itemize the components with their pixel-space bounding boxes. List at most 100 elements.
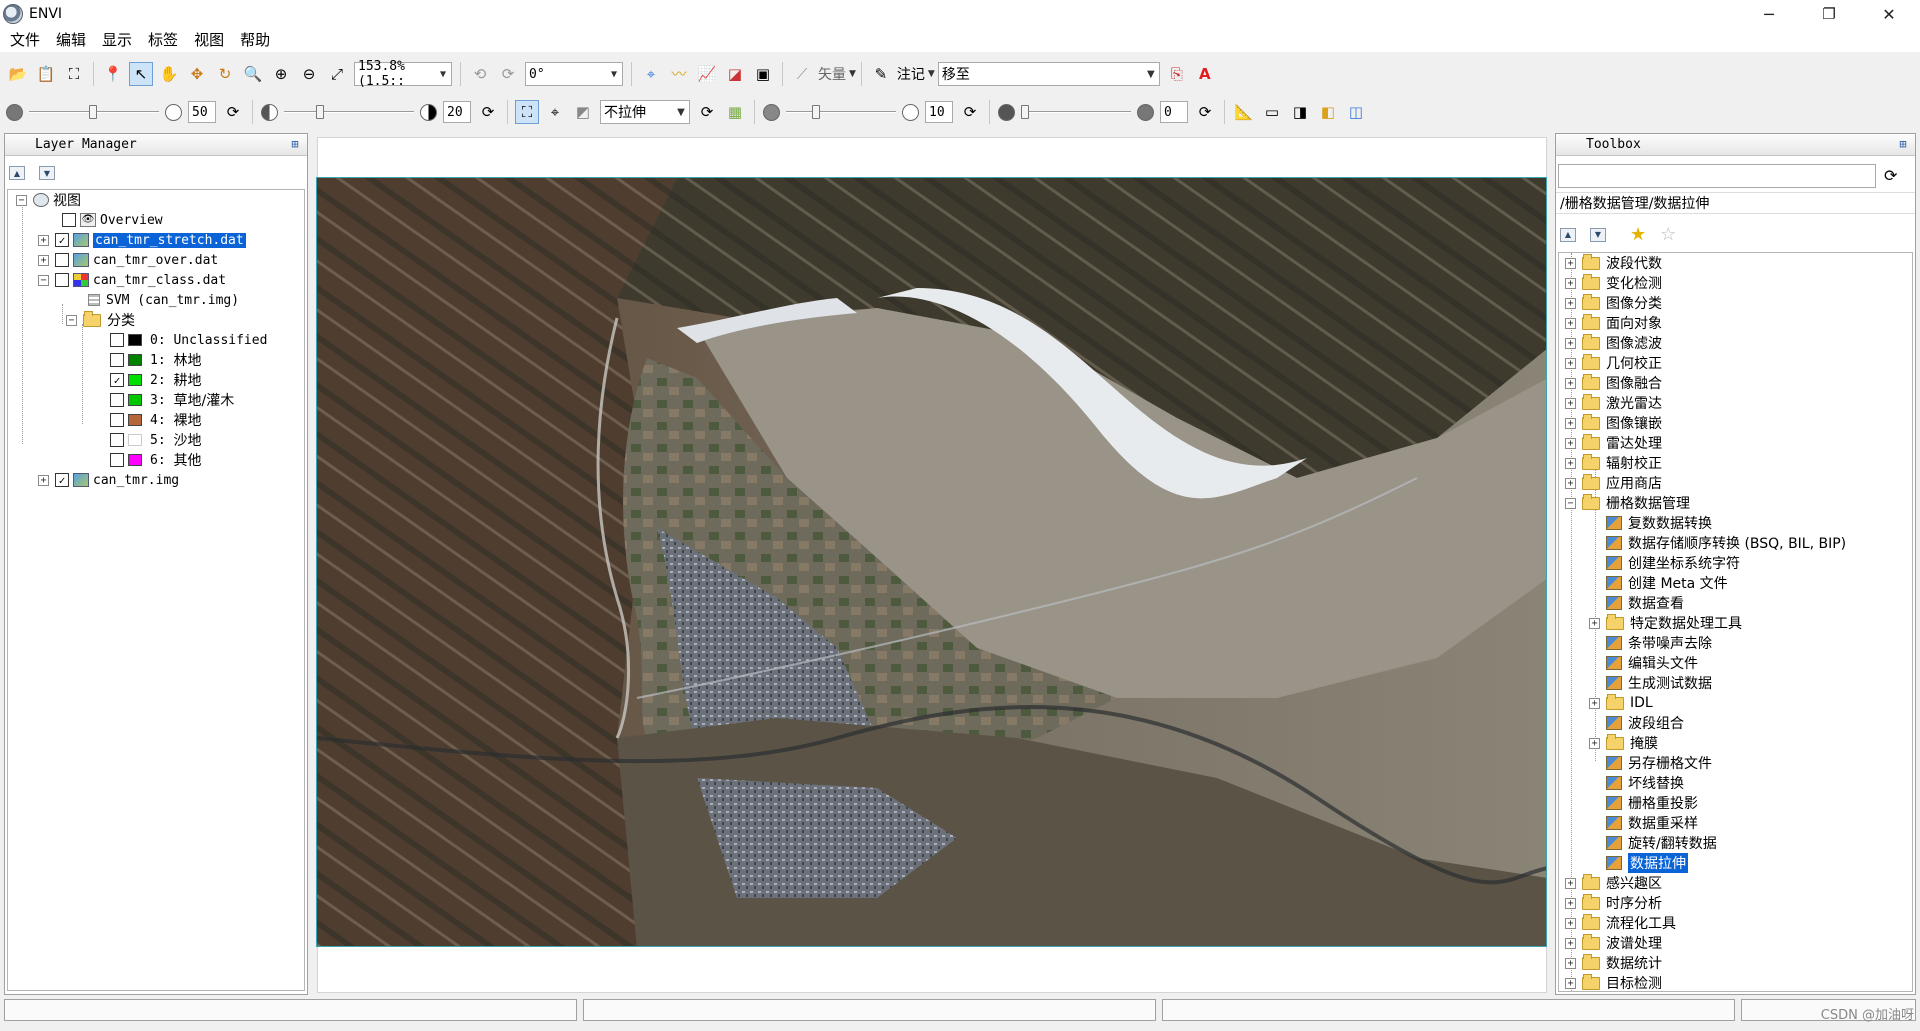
class-row[interactable]: 4: 裸地 bbox=[110, 410, 201, 430]
expand-icon[interactable]: + bbox=[1565, 957, 1576, 969]
rotate-left-icon[interactable]: ⟲ bbox=[468, 62, 492, 86]
annotation-icon[interactable]: ✎ bbox=[869, 62, 893, 86]
expand-icon[interactable]: + bbox=[1565, 417, 1576, 429]
toolbox-subfolder[interactable]: + IDL bbox=[1589, 693, 1653, 713]
toolbox-tool[interactable]: 坏线替换 bbox=[1606, 773, 1684, 793]
toolbox-tool[interactable]: 编辑头文件 bbox=[1606, 653, 1698, 673]
toolbox-folder-expanded[interactable]: − 栅格数据管理 bbox=[1565, 493, 1690, 513]
expand-icon[interactable]: + bbox=[1565, 477, 1576, 489]
collapse-icon[interactable]: − bbox=[16, 194, 27, 206]
crop-icon[interactable]: ⛶ bbox=[62, 62, 86, 86]
reset-icon[interactable]: ⟳ bbox=[221, 100, 245, 124]
toolbox-folder[interactable]: + 图像镶嵌 bbox=[1565, 413, 1662, 433]
toolbox-folder[interactable]: + 辐射校正 bbox=[1565, 453, 1662, 473]
class-row[interactable]: 1: 林地 bbox=[110, 350, 201, 370]
transparency-slider-thumb[interactable] bbox=[1021, 105, 1029, 119]
color-table-icon[interactable]: ▦ bbox=[723, 100, 747, 124]
refresh-icon[interactable]: ⟳ bbox=[695, 100, 719, 124]
toolbox-tool[interactable]: 数据重采样 bbox=[1606, 813, 1698, 833]
layer-checkbox[interactable]: ✓ bbox=[55, 233, 69, 247]
layer-row[interactable]: − can_tmr_class.dat bbox=[38, 270, 226, 290]
full-extent-icon[interactable]: ⛶ bbox=[515, 100, 539, 124]
minimize-button[interactable]: ─ bbox=[1746, 0, 1792, 28]
toolbox-folder[interactable]: + 雷达处理 bbox=[1565, 433, 1662, 453]
sharpen-slider-thumb[interactable] bbox=[812, 105, 820, 119]
open-folder-icon[interactable]: 📂 bbox=[6, 62, 30, 86]
expand-icon[interactable]: + bbox=[1565, 897, 1576, 909]
brightness-slider-thumb[interactable] bbox=[89, 105, 97, 119]
select-arrow-icon[interactable]: ↖ bbox=[129, 62, 153, 86]
class-checkbox[interactable] bbox=[110, 393, 124, 407]
restore-button[interactable]: ❐ bbox=[1806, 0, 1852, 28]
toolbox-tool[interactable]: 生成测试数据 bbox=[1606, 673, 1712, 693]
toolbox-folder[interactable]: + 图像滤波 bbox=[1565, 333, 1662, 353]
toolbox-tool[interactable]: 创建坐标系统字符 bbox=[1606, 553, 1740, 573]
contrast-slider[interactable] bbox=[284, 100, 414, 124]
toolbox-folder[interactable]: + 几何校正 bbox=[1565, 353, 1662, 373]
refresh-icon[interactable]: ⟳ bbox=[1884, 166, 1897, 185]
toolbox-folder[interactable]: + 波段代数 bbox=[1565, 253, 1662, 273]
toolbox-tool[interactable]: 数据存储顺序转换 (BSQ, BIL, BIP) bbox=[1606, 533, 1846, 553]
contrast-input[interactable]: 20 bbox=[443, 101, 471, 123]
rotate-right-icon[interactable]: ⟳ bbox=[496, 62, 520, 86]
rotate-icon[interactable]: ↻ bbox=[213, 62, 237, 86]
tree-row-svm[interactable]: SVM (can_tmr.img) bbox=[88, 290, 239, 310]
class-row[interactable]: 3: 草地/灌木 bbox=[110, 390, 234, 410]
tree-row-overview[interactable]: 👁 Overview bbox=[62, 210, 163, 230]
expand-icon[interactable]: + bbox=[1565, 297, 1576, 309]
toolbox-folder[interactable]: + 面向对象 bbox=[1565, 313, 1662, 333]
toolbox-search-input[interactable] bbox=[1558, 164, 1876, 188]
transparency-input[interactable]: 0 bbox=[1160, 101, 1188, 123]
spectral-profile-icon[interactable]: 〰 bbox=[667, 62, 691, 86]
close-button[interactable]: ✕ bbox=[1866, 0, 1912, 28]
collapse-icon[interactable]: − bbox=[38, 274, 49, 286]
layer-checkbox[interactable] bbox=[55, 253, 69, 267]
toolbox-folder[interactable]: + 波谱处理 bbox=[1565, 933, 1662, 953]
menu-view[interactable]: 视图 bbox=[186, 28, 232, 52]
acrobat-icon[interactable]: A bbox=[1193, 62, 1217, 86]
pin-icon[interactable]: ⊞ bbox=[1895, 136, 1911, 152]
expand-icon[interactable]: + bbox=[38, 474, 49, 486]
expand-icon[interactable]: + bbox=[1565, 277, 1576, 289]
class-checkbox[interactable] bbox=[110, 353, 124, 367]
expand-icon[interactable]: + bbox=[1565, 337, 1576, 349]
fly-icon[interactable]: ✥ bbox=[185, 62, 209, 86]
class-row[interactable]: 0: Unclassified bbox=[110, 330, 267, 350]
expand-all-icon[interactable]: ▼ bbox=[39, 166, 55, 180]
expand-icon[interactable]: + bbox=[1589, 697, 1600, 709]
toolbox-folder[interactable]: + 时序分析 bbox=[1565, 893, 1662, 913]
expand-icon[interactable]: + bbox=[38, 234, 49, 246]
layer-checkbox[interactable]: ✓ bbox=[55, 473, 69, 487]
transparency-slider[interactable] bbox=[1021, 100, 1131, 124]
expand-icon[interactable]: + bbox=[1565, 317, 1576, 329]
data-manager-icon[interactable]: 📋 bbox=[34, 62, 58, 86]
rotation-combo[interactable]: 0° ▼ bbox=[525, 62, 623, 86]
expand-icon[interactable]: + bbox=[1565, 397, 1576, 409]
ruler-icon[interactable]: 📐 bbox=[1232, 100, 1256, 124]
line-profile-icon[interactable]: 📈 bbox=[695, 62, 719, 86]
toolbox-tool[interactable]: 条带噪声去除 bbox=[1606, 633, 1712, 653]
expand-icon[interactable]: + bbox=[1565, 937, 1576, 949]
class-checkbox[interactable] bbox=[110, 433, 124, 447]
toolbox-tool[interactable]: 复数数据转换 bbox=[1606, 513, 1712, 533]
expand-icon[interactable]: + bbox=[1565, 977, 1576, 989]
toolbox-folder[interactable]: + 应用商店 bbox=[1565, 473, 1662, 493]
expand-icon[interactable]: + bbox=[1565, 437, 1576, 449]
expand-icon[interactable]: + bbox=[1565, 377, 1576, 389]
counter-icon[interactable]: ▣ bbox=[751, 62, 775, 86]
overview-checkbox[interactable] bbox=[62, 213, 76, 227]
toolbox-tool[interactable]: 创建 Meta 文件 bbox=[1606, 573, 1728, 593]
toolbox-folder[interactable]: + 流程化工具 bbox=[1565, 913, 1676, 933]
view-single-icon[interactable]: ▭ bbox=[1260, 100, 1284, 124]
class-checkbox[interactable] bbox=[110, 413, 124, 427]
toolbox-tool[interactable]: 另存栅格文件 bbox=[1606, 753, 1712, 773]
toolbox-tool[interactable]: 波段组合 bbox=[1606, 713, 1684, 733]
toolbox-subfolder[interactable]: + 特定数据处理工具 bbox=[1589, 613, 1742, 633]
roi-icon[interactable]: ◪ bbox=[723, 62, 747, 86]
toolbox-tool[interactable]: 数据查看 bbox=[1606, 593, 1684, 613]
reset-icon[interactable]: ⟳ bbox=[476, 100, 500, 124]
collapse-icon[interactable]: − bbox=[66, 314, 77, 326]
toolbox-folder[interactable]: + 感兴趣区 bbox=[1565, 873, 1662, 893]
toolbox-folder[interactable]: + 图像融合 bbox=[1565, 373, 1662, 393]
expand-icon[interactable]: + bbox=[1565, 457, 1576, 469]
